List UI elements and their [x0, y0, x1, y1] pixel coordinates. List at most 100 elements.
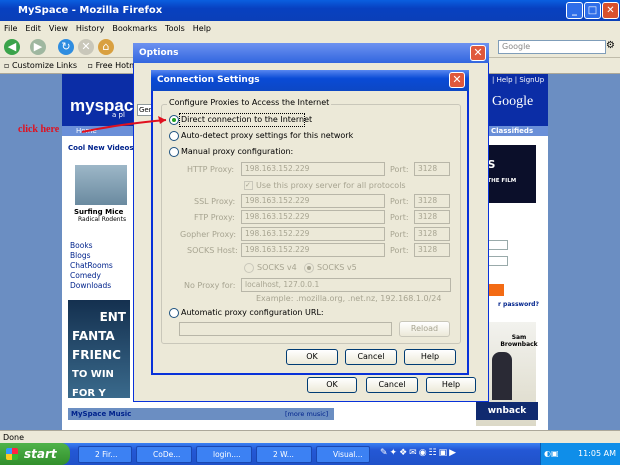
nav-classifieds[interactable]: Classifieds — [491, 126, 533, 136]
ad-line: FANTA — [72, 329, 115, 343]
ad-line: FOR Y — [72, 388, 106, 399]
same-proxy-checkbox[interactable]: ✓ — [244, 181, 253, 190]
category-books[interactable]: Books — [70, 241, 113, 251]
http-proxy-label: HTTP Proxy: — [187, 165, 235, 174]
reload-button[interactable]: Reload — [399, 321, 450, 337]
ftp-proxy-label: FTP Proxy: — [194, 213, 235, 222]
connection-settings-title: Connection Settings — [157, 75, 260, 85]
help-signup-links[interactable]: | Help | SignUp — [492, 76, 544, 84]
ftp-proxy-input[interactable]: 198.163.152.229 — [241, 210, 385, 224]
menu-help[interactable]: Help — [193, 24, 211, 33]
gopher-proxy-input[interactable]: 198.163.152.229 — [241, 227, 385, 241]
label-auto-proxy-url[interactable]: Automatic proxy configuration URL: — [181, 308, 324, 317]
window-title-bar: MySpace - Mozilla Firefox — [0, 0, 620, 21]
gopher-port-input[interactable]: 3128 — [414, 227, 450, 241]
label-direct-connection[interactable]: Direct connection to the Internet — [181, 115, 312, 124]
socks-host-input[interactable]: 198.163.152.229 — [241, 243, 385, 257]
forgot-password-link[interactable]: r password? — [498, 301, 539, 308]
task-login[interactable]: login.... — [196, 446, 252, 463]
options-help-button[interactable]: Help — [426, 377, 476, 393]
ssl-port-input[interactable]: 3128 — [414, 194, 450, 208]
ssl-port-label: Port: — [390, 197, 409, 206]
clock: 11:05 AM — [578, 449, 616, 458]
category-list: Books Blogs ChatRooms Comedy Downloads — [70, 241, 113, 291]
gopher-proxy-label: Gopher Proxy: — [180, 230, 237, 239]
annotation-arrow — [81, 116, 167, 133]
ad-line: FRIENC — [72, 348, 121, 362]
status-bar: Done — [0, 430, 620, 443]
label-manual-proxy[interactable]: Manual proxy configuration: — [181, 147, 293, 156]
ssl-proxy-label: SSL Proxy: — [194, 197, 236, 206]
task-firefox[interactable]: 2 Fir... — [78, 446, 132, 463]
menu-tools[interactable]: Tools — [165, 24, 185, 33]
reload-icon[interactable]: ↻ — [58, 39, 74, 55]
category-comedy[interactable]: Comedy — [70, 271, 113, 281]
google-logo: Google — [492, 94, 534, 109]
socks-v4-label: SOCKS v4 — [257, 263, 297, 272]
radio-manual-proxy[interactable] — [169, 147, 179, 157]
category-blogs[interactable]: Blogs — [70, 251, 113, 261]
no-proxy-input[interactable]: localhost, 127.0.0.1 — [241, 278, 451, 292]
politician-photo — [492, 352, 512, 400]
label-auto-detect[interactable]: Auto-detect proxy settings for this netw… — [181, 131, 353, 140]
close-button[interactable]: ✕ — [602, 2, 619, 19]
socks-port-label: Port: — [390, 246, 409, 255]
stop-icon[interactable]: ✕ — [78, 39, 94, 55]
ssl-proxy-input[interactable]: 198.163.152.229 — [241, 194, 385, 208]
category-downloads[interactable]: Downloads — [70, 281, 113, 291]
options-cancel-button[interactable]: Cancel — [366, 377, 418, 393]
forward-icon[interactable]: ▶ — [30, 39, 46, 55]
page-icon: ▫ — [4, 61, 10, 70]
gear-icon[interactable]: ⚙ — [606, 40, 615, 51]
windows-logo-icon — [6, 448, 18, 460]
category-chatrooms[interactable]: ChatRooms — [70, 261, 113, 271]
menu-edit[interactable]: Edit — [25, 24, 41, 33]
proxy-group-label: Configure Proxies to Access the Internet — [167, 98, 332, 107]
http-proxy-input[interactable]: 198.163.152.229 — [241, 162, 385, 176]
video-thumbnail[interactable] — [75, 165, 127, 205]
connection-cancel-button[interactable]: Cancel — [345, 349, 397, 365]
connection-ok-button[interactable]: OK — [286, 349, 338, 365]
task-visual[interactable]: Visual... — [316, 446, 370, 463]
cool-videos-heading: Cool New Videos — [68, 144, 134, 152]
bookmark-free-hotmail[interactable]: Free Hotm — [96, 61, 137, 70]
options-title: Options — [139, 48, 179, 58]
back-icon[interactable]: ◀ — [4, 39, 20, 55]
menu-history[interactable]: History — [76, 24, 104, 33]
brownback-banner[interactable]: wnback — [476, 402, 538, 420]
task-code[interactable]: CoDe... — [136, 446, 192, 463]
auto-proxy-url-input[interactable] — [179, 322, 392, 336]
connection-settings-title-bar: Connection Settings — [151, 70, 469, 91]
socks-port-input[interactable]: 3128 — [414, 243, 450, 257]
options-close-icon[interactable]: ✕ — [470, 45, 486, 61]
radio-socks-v4[interactable] — [244, 263, 254, 273]
radio-socks-v5[interactable] — [304, 263, 314, 273]
ftp-port-input[interactable]: 3128 — [414, 210, 450, 224]
socks-v5-label: SOCKS v5 — [317, 263, 357, 272]
menu-bookmarks[interactable]: Bookmarks — [112, 24, 157, 33]
ad-line: TO WIN — [72, 369, 114, 380]
radio-auto-proxy-url[interactable] — [169, 308, 179, 318]
video-subtitle: Radical Rodents — [78, 216, 127, 223]
socks-host-label: SOCKS Host: — [187, 246, 238, 255]
minimize-button[interactable]: _ — [566, 2, 583, 19]
http-port-label: Port: — [390, 165, 409, 174]
ftp-port-label: Port: — [390, 213, 409, 222]
quicklaunch-icons[interactable]: ✎✦❖✉◉☷▣▶ — [380, 448, 458, 458]
window-title: MySpace - Mozilla Firefox — [18, 5, 163, 16]
menu-view[interactable]: View — [49, 24, 68, 33]
connection-close-icon[interactable]: ✕ — [449, 72, 465, 88]
task-windows-explorer[interactable]: 2 W... — [256, 446, 312, 463]
maximize-button[interactable]: □ — [584, 2, 601, 19]
menu-file[interactable]: File — [4, 24, 17, 33]
http-port-input[interactable]: 3128 — [414, 162, 450, 176]
tray-icons[interactable]: ◐▣ — [544, 449, 559, 458]
video-title[interactable]: Surfing Mice — [74, 208, 123, 216]
connection-help-button[interactable]: Help — [404, 349, 456, 365]
search-input[interactable]: Google — [498, 40, 606, 54]
advertisement-banner[interactable]: ENT FANTA FRIENC TO WIN FOR Y — [68, 300, 130, 399]
bookmark-customize-links[interactable]: Customize Links — [12, 61, 77, 70]
home-icon[interactable]: ⌂ — [98, 39, 114, 55]
more-music-link[interactable]: [more music] — [285, 410, 328, 418]
options-ok-button[interactable]: OK — [307, 377, 357, 393]
